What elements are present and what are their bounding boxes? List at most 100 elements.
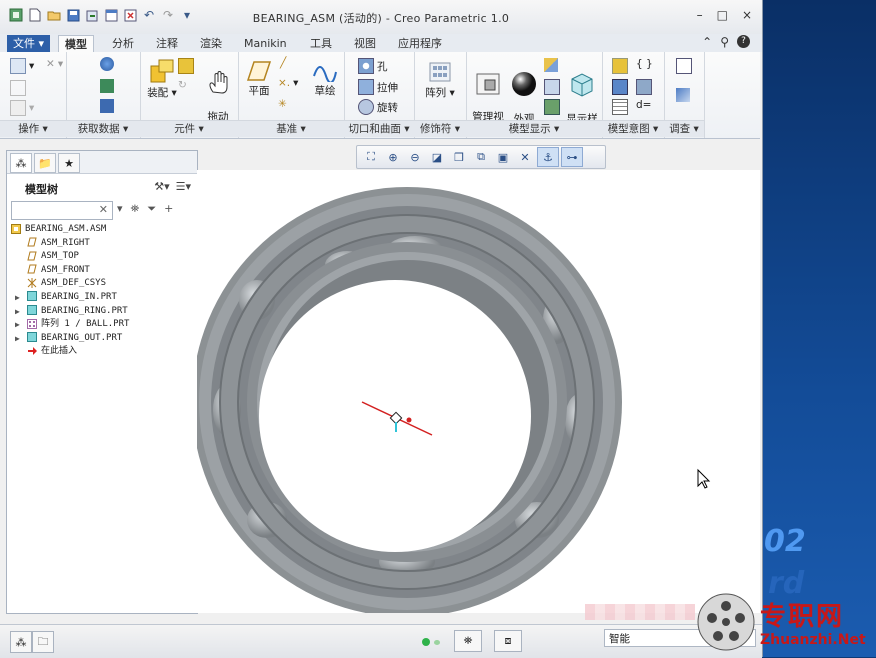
group-label-datum[interactable]: 基准 ▾	[238, 120, 344, 137]
favorites-tab-icon[interactable]: ★	[58, 153, 80, 173]
tree-columns-icon[interactable]: ☰▾	[176, 180, 191, 193]
tree-item[interactable]: ASM_RIGHT	[7, 237, 197, 251]
orient-button[interactable]	[544, 79, 560, 95]
display-style-icon[interactable]: ❒	[449, 148, 469, 166]
scene-button[interactable]	[544, 99, 560, 115]
close-button[interactable]: ×	[742, 8, 752, 22]
reference-viewer-button[interactable]	[676, 88, 690, 102]
tree-item[interactable]: ASM_DEF_CSYS	[7, 277, 197, 291]
tree-search-input[interactable]: ✕	[11, 201, 113, 220]
point-button[interactable]: ×. ▾	[278, 77, 298, 89]
publish-geometry-button[interactable]	[636, 79, 652, 95]
ribbon-panel: ▾ ✕▾ ▾ 操作 ▾ 获取数据 ▾ 装配 ▾ ↻ 拖动 元件 元件 ▾	[0, 52, 760, 139]
tree-item[interactable]: ASM_TOP	[7, 250, 197, 264]
tree-item[interactable]: BEARING_ASM.ASM	[7, 223, 197, 237]
group-label-model-intent[interactable]: 模型意图 ▾	[602, 120, 664, 137]
expand-arrow-icon[interactable]: ▶	[15, 305, 20, 319]
tree-item[interactable]: 在此插入	[7, 345, 197, 359]
bom-button[interactable]	[676, 58, 692, 74]
paste-button[interactable]: ▾	[10, 100, 34, 116]
graphics-viewport[interactable]	[197, 170, 760, 613]
tab-annotate[interactable]: 注释	[150, 35, 184, 52]
tree-settings-icon[interactable]: ⚒▾	[154, 180, 169, 193]
tree-item[interactable]: ▶ BEARING_RING.PRT	[7, 305, 197, 319]
paste-icon	[10, 100, 26, 116]
collapse-ribbon-icon[interactable]: ⌃	[702, 35, 712, 49]
delete-icon: ✕	[46, 58, 55, 70]
tree-item[interactable]: ▶ BEARING_IN.PRT	[7, 291, 197, 305]
clear-search-icon[interactable]: ✕	[99, 203, 108, 216]
copy-geometry-button[interactable]	[100, 79, 114, 93]
tab-manikin[interactable]: Manikin	[238, 35, 293, 52]
folder-browser-tab-icon[interactable]: 📁	[34, 153, 56, 173]
group-label-component[interactable]: 元件 ▾	[140, 120, 238, 137]
find-binoculars-icon[interactable]: ⛯	[131, 202, 140, 216]
view-manager-icon[interactable]: ▣	[493, 148, 513, 166]
annotation-display-icon[interactable]: ⊶	[561, 147, 583, 167]
datum-display-filter-icon[interactable]: ✕	[515, 148, 535, 166]
expand-arrow-icon[interactable]: ▶	[15, 291, 20, 305]
tab-view[interactable]: 视图	[348, 35, 382, 52]
regenerate-button[interactable]: ▾	[10, 58, 34, 74]
parameters-button[interactable]	[612, 79, 628, 95]
tab-file[interactable]: 文件 ▾	[7, 35, 51, 52]
group-label-get-data[interactable]: 获取数据 ▾	[66, 120, 140, 137]
search-icon[interactable]: ⚲	[720, 35, 729, 49]
maximize-button[interactable]: □	[717, 8, 728, 22]
zoom-out-icon[interactable]: ⊖	[405, 148, 425, 166]
model-tree-tab-icon[interactable]: ⁂	[10, 153, 32, 173]
tab-analysis[interactable]: 分析	[106, 35, 140, 52]
axis-button[interactable]: ╱	[280, 57, 286, 69]
extrude-button[interactable]: 拉伸	[358, 79, 398, 95]
tab-tools[interactable]: 工具	[304, 35, 338, 52]
find-icon[interactable]: ⛯	[454, 630, 482, 652]
revolve-button[interactable]: 旋转	[358, 99, 398, 115]
group-label-cuts-surfaces[interactable]: 切口和曲面 ▾	[344, 120, 414, 137]
refit-icon[interactable]: ⛶	[361, 148, 381, 166]
tree-item[interactable]: ASM_FRONT	[7, 264, 197, 278]
group-label-model-display[interactable]: 模型显示 ▾	[466, 120, 602, 137]
group-operations: ▾ ✕ ▾ ▾ 操作 ▾	[0, 52, 67, 138]
search-dropdown-icon[interactable]: ▾	[117, 202, 123, 216]
switch-dimensions-button[interactable]	[612, 99, 628, 115]
zoom-in-icon[interactable]: ⊕	[383, 148, 403, 166]
expand-arrow-icon[interactable]: ▶	[15, 332, 20, 346]
tree-item[interactable]: ▶ BEARING_OUT.PRT	[7, 332, 197, 346]
group-label-modifiers[interactable]: 修饰符 ▾	[414, 120, 466, 137]
repaint-icon[interactable]: ◪	[427, 148, 447, 166]
expand-arrow-icon[interactable]: ▶	[15, 318, 20, 332]
minimize-button[interactable]: –	[697, 8, 703, 22]
spin-center-icon[interactable]: ⚓	[537, 147, 559, 167]
show-navigator-icon[interactable]: ⁂	[10, 631, 32, 653]
hole-button[interactable]: 孔	[358, 58, 388, 74]
d-equals-button[interactable]: d=	[636, 99, 651, 111]
tab-applications[interactable]: 应用程序	[392, 35, 448, 52]
help-icon[interactable]: ?	[737, 35, 750, 48]
delete-button[interactable]: ✕ ▾	[46, 58, 63, 70]
pattern-icon	[27, 318, 41, 329]
csys-button[interactable]: ✳	[278, 98, 287, 110]
plane-button[interactable]: 平面	[242, 60, 276, 97]
user-defined-feature-button[interactable]	[100, 57, 114, 71]
add-column-icon[interactable]: +	[164, 202, 173, 216]
tree-item[interactable]: ▶ 阵列 1 / BALL.PRT	[7, 318, 197, 332]
section-view-button[interactable]	[544, 58, 558, 72]
create-component-button[interactable]	[178, 58, 194, 74]
pattern-button[interactable]: 阵列 ▾	[420, 60, 460, 99]
shrinkwrap-button[interactable]	[100, 99, 114, 113]
copy-button[interactable]	[10, 80, 26, 96]
saved-orientations-icon[interactable]: ⧉	[471, 148, 491, 166]
tab-model[interactable]: 模型	[58, 35, 94, 53]
datum-plane-icon	[246, 61, 272, 81]
show-browser-icon[interactable]: 🗀	[32, 631, 54, 653]
sketch-button[interactable]: 草绘	[308, 60, 342, 97]
relations-button[interactable]: { }	[636, 58, 653, 70]
group-label-operations[interactable]: 操作 ▾	[0, 120, 66, 137]
filter-icon[interactable]: ⏷	[147, 202, 156, 216]
repeat-button[interactable]: ↻	[178, 79, 187, 91]
tab-render[interactable]: 渲染	[194, 35, 228, 52]
select-box-icon[interactable]: ⧈	[494, 630, 522, 652]
group-label-investigate[interactable]: 调查 ▾	[664, 120, 704, 137]
assemble-button[interactable]: 装配 ▾	[144, 58, 180, 99]
family-table-button[interactable]	[612, 58, 628, 74]
